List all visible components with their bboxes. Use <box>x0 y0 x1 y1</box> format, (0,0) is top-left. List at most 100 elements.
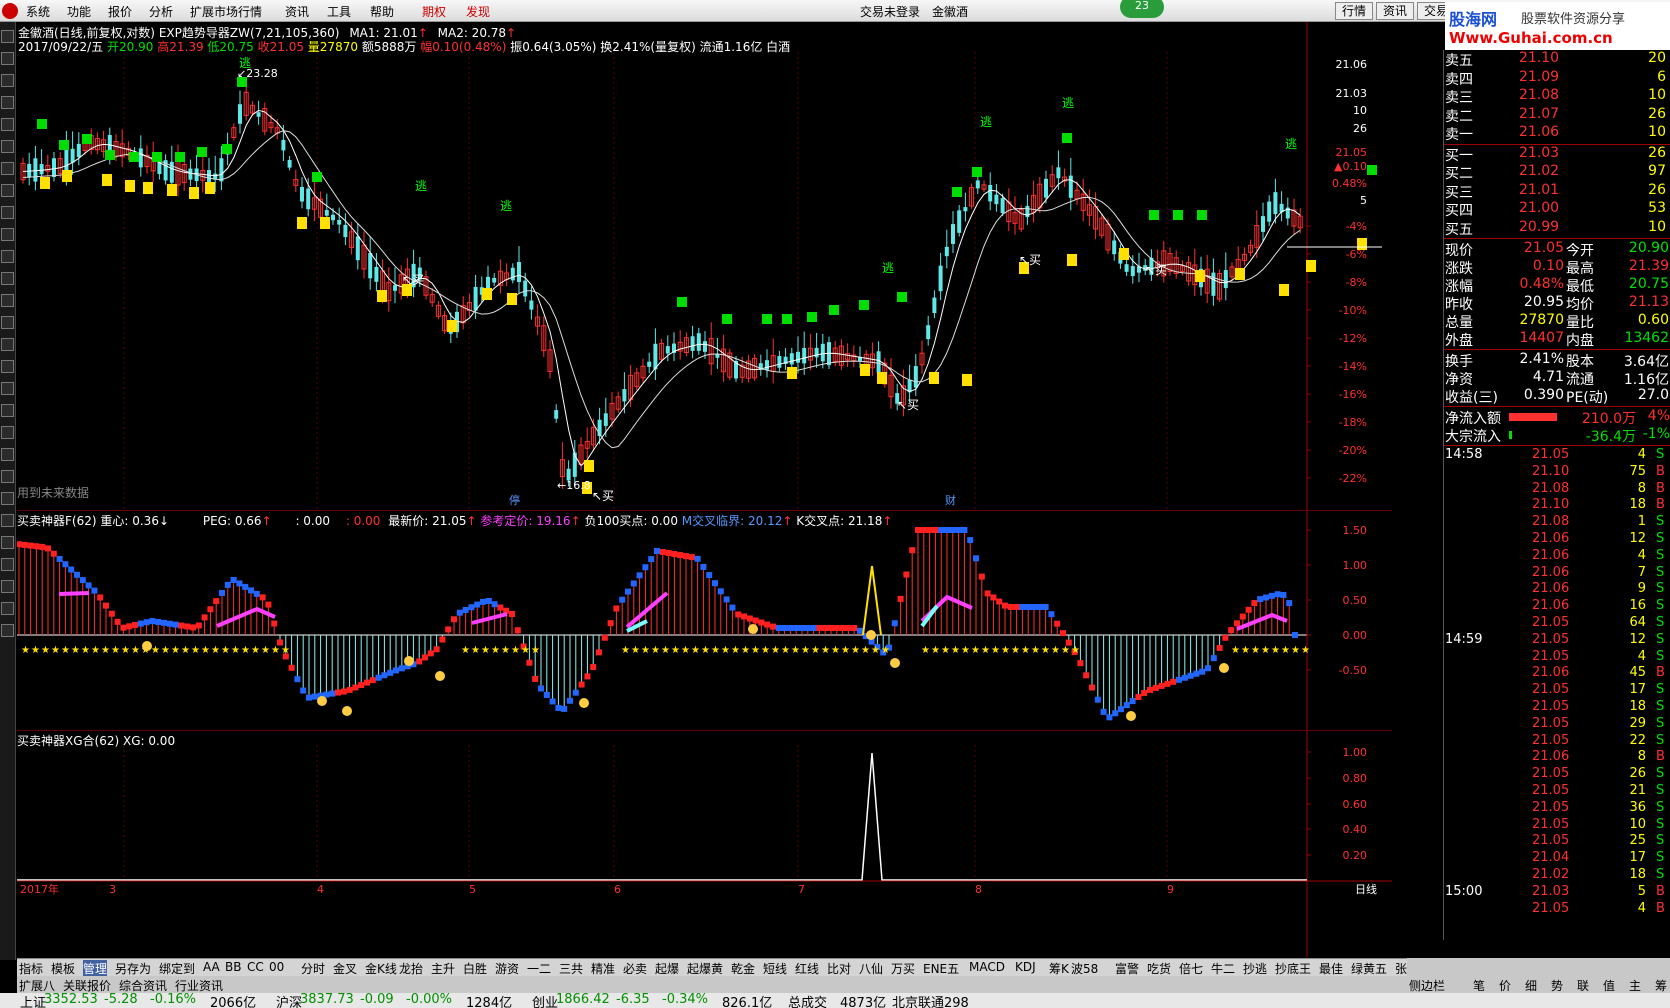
sub-tab[interactable]: 关联报价 <box>63 977 111 994</box>
app-logo-icon[interactable] <box>2 3 18 19</box>
panel-tab[interactable]: 笔 <box>1473 977 1485 994</box>
market-index-value[interactable]: 1866.42 <box>556 993 610 1007</box>
indicator-tab[interactable]: 指标 <box>19 960 43 977</box>
indicator-tab[interactable]: 金K线 <box>365 960 397 977</box>
toolbar-icon[interactable] <box>1 470 14 483</box>
toolbar-icon[interactable] <box>1 580 14 593</box>
indicator-tab[interactable]: 红线 <box>795 960 819 977</box>
menu-help[interactable]: 帮助 <box>370 3 394 20</box>
toolbar-icon[interactable] <box>1 624 14 637</box>
toolbar-icon[interactable] <box>1 448 14 461</box>
market-index-value[interactable]: -0.00% <box>406 993 452 1007</box>
news-button[interactable]: 资讯 <box>1376 2 1415 20</box>
indicator-tab[interactable]: 乾金 <box>731 960 755 977</box>
toolbar-icon[interactable] <box>1 492 14 505</box>
menu-options[interactable]: 期权 <box>422 3 446 20</box>
indicator-tab[interactable]: 三共 <box>559 960 583 977</box>
toolbar-icon[interactable] <box>1 140 14 153</box>
menu-discover[interactable]: 发现 <box>466 3 490 20</box>
indicator-tab[interactable]: 必卖 <box>623 960 647 977</box>
toolbar-icon[interactable] <box>1 294 14 307</box>
login-status[interactable]: 交易未登录 <box>860 3 920 20</box>
indicator-panel-1[interactable]: ★ ★ ★ ★ ★ ★ ★ ★ ★ ★ ★ ★ ★ ★ ★ ★ ★ ★ ★ ★ ★ ★ ★ ★ ★ ★ ★ ★ ★ ★ ★ ★ ★ ★ ★ ★ ★ ★ ★ ★… <box>17 510 1392 731</box>
panel-tab[interactable]: 价 <box>1499 977 1511 994</box>
indicator-tab[interactable]: 万买 <box>891 960 915 977</box>
indicator-tab[interactable]: 富警 <box>1115 960 1139 977</box>
toolbar-icon[interactable] <box>1 228 14 241</box>
indicator-tab[interactable]: CC <box>247 960 264 974</box>
indicator-tab[interactable]: 最佳 <box>1319 960 1343 977</box>
indicator-tab[interactable]: 倍七 <box>1179 960 1203 977</box>
toolbar-icon[interactable] <box>1 162 14 175</box>
indicator-tab[interactable]: 精准 <box>591 960 615 977</box>
market-index-value[interactable]: -0.16% <box>150 993 196 1007</box>
chart-area[interactable]: 金徽酒(日线,前复权,对数) EXP趋势导器ZW(7,21,105,360) M… <box>17 22 1392 957</box>
toolbar-icon[interactable] <box>1 558 14 571</box>
toolbar-icon[interactable] <box>1 206 14 219</box>
market-index-value[interactable]: -5.28 <box>104 993 138 1007</box>
panel-tab[interactable]: 侧边栏 <box>1409 977 1445 994</box>
toolbar-icon[interactable] <box>1 96 14 109</box>
menu-quote[interactable]: 报价 <box>108 3 132 20</box>
indicator-tab[interactable]: 主升 <box>431 960 455 977</box>
indicator-tab[interactable]: 绿黄五 <box>1351 960 1387 977</box>
indicator-tab[interactable]: 比对 <box>827 960 851 977</box>
market-index-value[interactable]: 创业 <box>532 993 558 1008</box>
toolbar-icon[interactable] <box>1 250 14 263</box>
market-index-value[interactable]: 826.1亿 <box>722 993 772 1008</box>
toolbar-icon[interactable] <box>1 426 14 439</box>
indicator-tab[interactable]: MACD <box>969 960 1005 974</box>
toolbar-icon[interactable] <box>1 514 14 527</box>
indicator-tab[interactable]: 起爆黄 <box>687 960 723 977</box>
menu-function[interactable]: 功能 <box>67 3 91 20</box>
indicator-tab[interactable]: 抄底王 <box>1275 960 1311 977</box>
indicator-tab[interactable]: AA <box>203 960 220 974</box>
candlestick-chart[interactable]: 逃逃逃逃逃逃逃 ↖买 ↖买 ↖买 ↖买 ↖买 ↙23.28 ←16.8 停财 21.06 21.03… <box>17 22 1392 510</box>
market-index-value[interactable]: -0.09 <box>360 993 394 1007</box>
toolbar-icon[interactable] <box>1 52 14 65</box>
toolbar-icon[interactable] <box>1 404 14 417</box>
toolbar-icon[interactable] <box>1 74 14 87</box>
panel-tab[interactable]: 筹 <box>1655 977 1667 994</box>
menu-news[interactable]: 资讯 <box>285 3 309 20</box>
indicator-tab[interactable]: 管理 <box>83 960 108 977</box>
sub-tab[interactable]: 扩展八 <box>19 977 55 994</box>
indicator-panel-2[interactable]: 1.00 0.80 0.60 0.40 0.20 2017年 3 4 5 6 7 8 9 日线 买卖神器X… <box>17 730 1392 957</box>
indicator-tab[interactable]: 绑定到 <box>159 960 195 977</box>
menu-tools[interactable]: 工具 <box>327 3 351 20</box>
sub-tab[interactable]: 行业资讯 <box>175 977 223 994</box>
panel-tab[interactable]: 值 <box>1603 977 1615 994</box>
panel-tab[interactable]: 主 <box>1629 977 1641 994</box>
toolbar-icon[interactable] <box>1 118 14 131</box>
toolbar-icon[interactable] <box>1 316 14 329</box>
toolbar-icon[interactable] <box>1 360 14 373</box>
toolbar-icon[interactable] <box>1 30 14 43</box>
market-index-value[interactable]: 2066亿 <box>210 993 256 1008</box>
toolbar-icon[interactable] <box>1 536 14 549</box>
market-index-value[interactable]: 3837.73 <box>300 993 354 1007</box>
market-index-value[interactable]: -6.35 <box>616 993 650 1007</box>
indicator-tab[interactable]: 一二 <box>527 960 551 977</box>
indicator-tab[interactable]: 另存为 <box>115 960 151 977</box>
market-index-value[interactable]: -0.34% <box>662 993 708 1007</box>
toolbar-icon[interactable] <box>1 338 14 351</box>
notification-badge[interactable]: 23 <box>1120 0 1164 18</box>
indicator-tab[interactable]: 游资 <box>495 960 519 977</box>
indicator-tab[interactable]: 短线 <box>763 960 787 977</box>
indicator-tab[interactable]: 八仙 <box>859 960 883 977</box>
toolbar-icon[interactable] <box>1 602 14 615</box>
indicator-tab[interactable]: 波58 <box>1071 960 1098 977</box>
toolbar-icon[interactable] <box>1 272 14 285</box>
market-index-value[interactable]: 沪深 <box>276 993 302 1008</box>
indicator-tab[interactable]: 筹K <box>1049 960 1069 977</box>
menu-system[interactable]: 系统 <box>26 3 50 20</box>
market-index-value[interactable]: 上证 <box>20 993 46 1008</box>
indicator-tab[interactable]: 牛二 <box>1211 960 1235 977</box>
indicator-tab[interactable]: ENE五 <box>923 960 959 977</box>
sub-tab[interactable]: 综合资讯 <box>119 977 167 994</box>
menu-analysis[interactable]: 分析 <box>149 3 173 20</box>
indicator-tab[interactable]: 金叉 <box>333 960 357 977</box>
toolbar-icon[interactable] <box>1 382 14 395</box>
indicator-tab[interactable]: 00 <box>269 960 284 974</box>
toolbar-icon[interactable] <box>1 184 14 197</box>
